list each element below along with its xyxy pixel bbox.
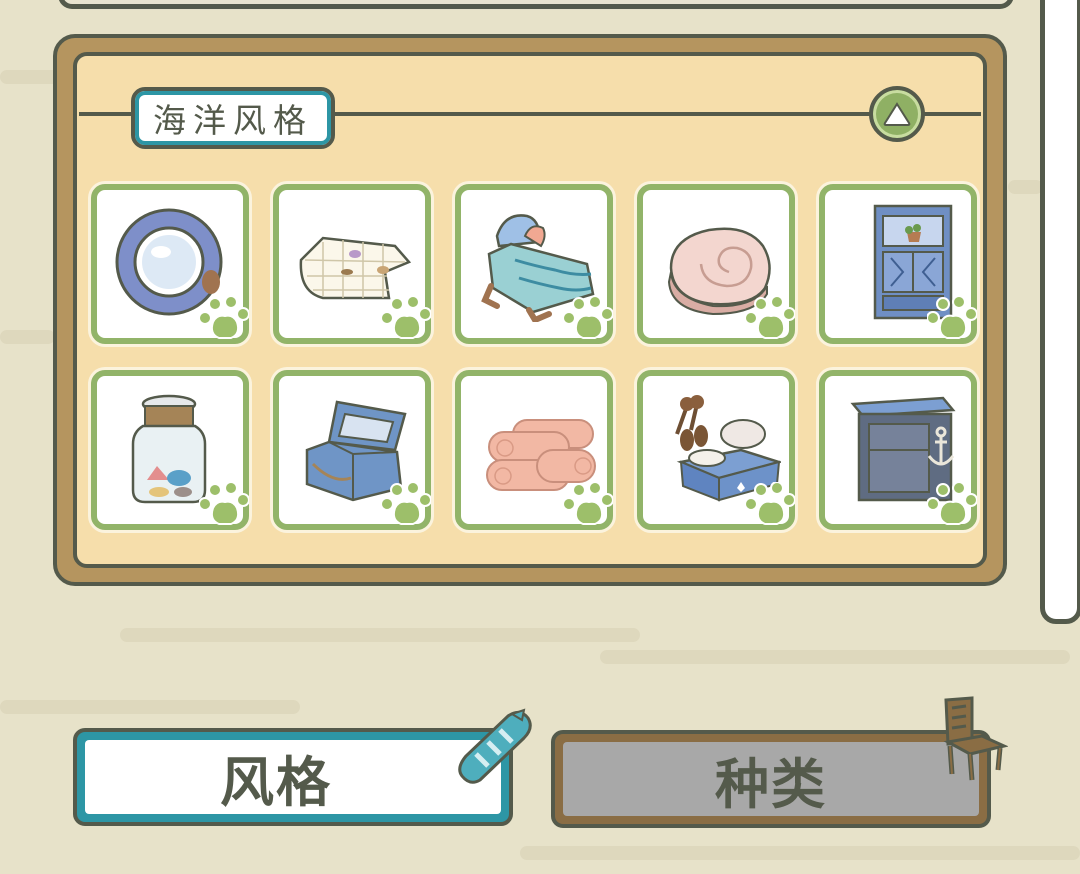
frog-paw-icon <box>927 482 977 525</box>
item-tile[interactable] <box>637 370 795 530</box>
chair-icon <box>943 696 1008 781</box>
background-streak <box>600 650 1070 664</box>
frog-paw-icon <box>563 482 613 525</box>
section-panel: 海洋风格 <box>53 34 1007 586</box>
collapse-button[interactable] <box>869 86 925 142</box>
frog-paw-icon <box>927 296 977 339</box>
item-tile[interactable] <box>273 370 431 530</box>
background-streak <box>120 628 640 642</box>
tab-type[interactable]: 种类 <box>551 730 991 828</box>
frog-paw-icon <box>563 296 613 339</box>
item-tile[interactable] <box>91 370 249 530</box>
section-title: 海洋风格 <box>131 87 335 149</box>
item-tile[interactable] <box>637 184 795 344</box>
frog-paw-icon <box>381 296 431 339</box>
item-tile[interactable] <box>273 184 431 344</box>
item-tile[interactable] <box>455 370 613 530</box>
background-streak <box>0 700 300 714</box>
frog-paw-icon <box>745 296 795 339</box>
background-streak <box>0 330 55 344</box>
frog-paw-icon <box>199 482 249 525</box>
item-tile[interactable] <box>819 370 977 530</box>
triangle-up-icon <box>883 102 911 126</box>
tab-style[interactable]: 风格 <box>73 728 513 826</box>
frog-paw-icon <box>381 482 431 525</box>
scrollbar[interactable] <box>1040 0 1080 624</box>
seashell-icon <box>458 708 532 784</box>
item-grid <box>91 184 979 530</box>
previous-section-panel <box>58 0 1014 9</box>
background-streak <box>520 846 1080 860</box>
item-tile[interactable] <box>455 184 613 344</box>
frog-paw-icon <box>199 296 249 339</box>
background-streak <box>0 70 60 84</box>
item-tile[interactable] <box>91 184 249 344</box>
tab-type-label: 种类 <box>715 752 827 816</box>
frog-paw-icon <box>745 482 795 525</box>
section-panel-inner: 海洋风格 <box>73 52 987 568</box>
background-streak <box>1008 180 1043 194</box>
item-tile[interactable] <box>819 184 977 344</box>
tab-style-label: 风格 <box>220 750 332 814</box>
